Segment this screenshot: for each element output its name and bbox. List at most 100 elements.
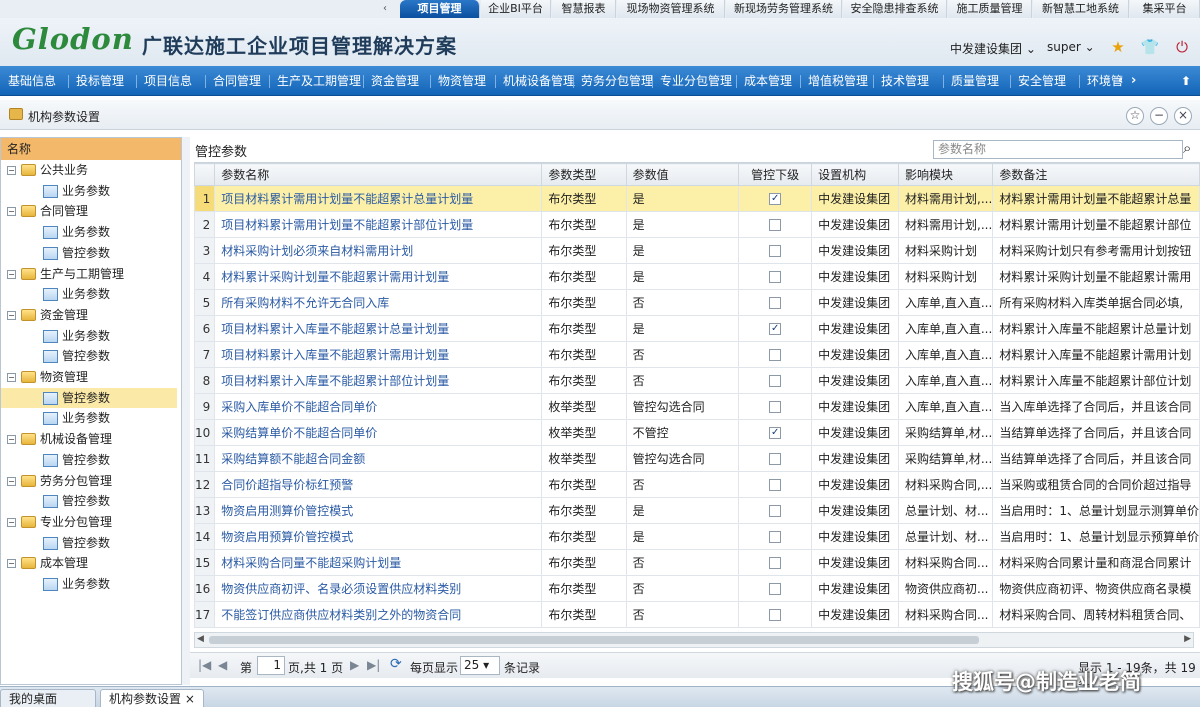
table-row[interactable]: 17 不能签订供应商供应材料类别之外的物资合同 布尔类型否 中发建设集团 材料采购合同.… bbox=[194, 601, 1200, 628]
collapse-icon[interactable]: − bbox=[7, 310, 16, 320]
collapse-icon[interactable]: − bbox=[7, 269, 16, 279]
table-row[interactable]: 10 采购结算单价不能超合同单价 枚举类型 不管控 ✓ 中发建设集团 采购结算单,材... 当… bbox=[194, 419, 1200, 446]
menu-item-3[interactable]: 项目信息 bbox=[144, 66, 192, 96]
organization-select[interactable]: 中发建设集团 ⌄ bbox=[950, 40, 1036, 57]
horizontal-scrollbar[interactable]: ◀ ▶ bbox=[194, 632, 1194, 648]
splitter[interactable] bbox=[182, 137, 190, 685]
column-header[interactable]: 参数备注 bbox=[992, 163, 1200, 186]
param-name-link[interactable]: 项目材料累计需用计划量不能超累计部位计划量 bbox=[214, 211, 543, 238]
menu-scroll-right-icon[interactable]: › bbox=[1131, 66, 1136, 96]
param-name-link[interactable]: 物资启用测算价管控模式 bbox=[214, 497, 543, 524]
tree-leaf[interactable]: 业务参数 bbox=[1, 181, 177, 201]
param-name-link[interactable]: 合同价超指导价标红预警 bbox=[214, 471, 543, 498]
system-tab-1[interactable]: 项目管理 bbox=[400, 0, 480, 18]
tree-folder[interactable]: − 资金管理 bbox=[1, 305, 177, 325]
collapse-icon[interactable]: − bbox=[7, 517, 16, 527]
param-name-link[interactable]: 材料累计采购计划量不能超累计需用计划量 bbox=[214, 263, 543, 290]
table-row[interactable]: 12 合同价超指导价标红预警 布尔类型否 中发建设集团 材料采购合同,... 当采购或租赁… bbox=[194, 471, 1200, 498]
tree-folder[interactable]: − 生产与工期管理 bbox=[1, 264, 177, 284]
tab-org-params[interactable]: 机构参数设置 × bbox=[100, 689, 204, 707]
menu-item-2[interactable]: 投标管理 bbox=[76, 66, 124, 96]
checkbox[interactable] bbox=[769, 583, 782, 595]
close-icon[interactable]: × bbox=[1174, 107, 1192, 125]
checkbox[interactable]: ✓ bbox=[769, 193, 782, 205]
user-select[interactable]: super ⌄ bbox=[1047, 40, 1095, 54]
tree-leaf[interactable]: 业务参数 bbox=[1, 222, 177, 242]
param-name-link[interactable]: 采购入库单价不能超合同单价 bbox=[214, 393, 543, 420]
page-size-select[interactable]: 25 ▾ bbox=[460, 656, 500, 675]
menu-item-13[interactable]: 技术管理 bbox=[881, 66, 929, 96]
table-row[interactable]: 1 项目材料累计需用计划量不能超累计总量计划量 布尔类型是 ✓ 中发建设集团 材料需用计划… bbox=[194, 185, 1200, 212]
system-tab-2[interactable]: 企业BI平台 bbox=[481, 0, 551, 18]
system-tab-3[interactable]: 智慧报表 bbox=[552, 0, 616, 18]
checkbox[interactable] bbox=[769, 531, 782, 543]
table-row[interactable]: 13 物资启用测算价管控模式 布尔类型是 中发建设集团 总量计划、材... 当启用时：1、… bbox=[194, 497, 1200, 524]
collapse-icon[interactable]: − bbox=[7, 373, 16, 382]
table-row[interactable]: 6 项目材料累计入库量不能超累计总量计划量 布尔类型是 ✓ 中发建设集团 入库单,直入直.… bbox=[194, 315, 1200, 342]
system-tab-5[interactable]: 新现场劳务管理系统 bbox=[726, 0, 842, 18]
next-page-icon[interactable]: ▶ bbox=[350, 658, 359, 672]
checkbox[interactable] bbox=[769, 349, 782, 361]
column-header[interactable]: 参数名称 bbox=[214, 163, 543, 186]
first-page-icon[interactable]: |◀ bbox=[198, 658, 211, 672]
table-row[interactable]: 4 材料累计采购计划量不能超累计需用计划量 布尔类型是 中发建设集团 材料采购计划 材料累… bbox=[194, 263, 1200, 290]
system-tab-9[interactable]: 集采平台 bbox=[1130, 0, 1200, 18]
param-name-link[interactable]: 项目材料累计需用计划量不能超累计总量计划量 bbox=[214, 185, 543, 212]
tree-folder[interactable]: − 公共业务 bbox=[1, 160, 177, 180]
page-number-input[interactable]: 1 bbox=[257, 656, 285, 675]
column-header[interactable]: 参数值 bbox=[625, 163, 740, 186]
tree-folder[interactable]: − 劳务分包管理 bbox=[1, 471, 177, 491]
menu-item-15[interactable]: 安全管理 bbox=[1018, 66, 1066, 96]
param-name-link[interactable]: 采购结算额不能超合同金额 bbox=[214, 445, 543, 472]
table-row[interactable]: 14 物资启用预算价管控模式 布尔类型是 中发建设集团 总量计划、材... 当启用时：1、… bbox=[194, 523, 1200, 550]
collapse-icon[interactable]: − bbox=[7, 166, 16, 175]
menu-item-8[interactable]: 机械设备管理 bbox=[503, 66, 575, 96]
tabs-scroll-left-icon[interactable]: ‹ bbox=[378, 0, 392, 18]
collapse-icon[interactable]: − bbox=[7, 476, 16, 486]
collapse-icon[interactable]: − bbox=[7, 435, 16, 445]
checkbox[interactable] bbox=[769, 271, 782, 283]
system-tab-8[interactable]: 新智慧工地系统 bbox=[1033, 0, 1129, 18]
param-name-link[interactable]: 物资供应商初评、名录必须设置供应材料类别 bbox=[214, 575, 543, 602]
search-input[interactable]: 参数名称 bbox=[933, 140, 1183, 159]
menu-item-11[interactable]: 成本管理 bbox=[744, 66, 792, 96]
param-name-link[interactable]: 所有采购材料不允许无合同入库 bbox=[214, 289, 543, 316]
refresh-icon[interactable]: ⟳ bbox=[390, 656, 402, 672]
menu-scroll-left-icon[interactable]: ‹ bbox=[1118, 66, 1123, 96]
menu-item-10[interactable]: 专业分包管理 bbox=[660, 66, 732, 96]
tree-leaf[interactable]: 管控参数 bbox=[1, 533, 177, 553]
tree-leaf[interactable]: 业务参数 bbox=[1, 326, 177, 346]
checkbox[interactable]: ✓ bbox=[769, 323, 782, 335]
checkbox[interactable]: ✓ bbox=[769, 427, 782, 439]
prev-page-icon[interactable]: ◀ bbox=[218, 658, 227, 672]
tree-leaf[interactable]: 业务参数 bbox=[1, 408, 177, 428]
tree-folder[interactable]: − 机械设备管理 bbox=[1, 429, 177, 449]
scroll-left-icon[interactable]: ◀ bbox=[197, 634, 204, 644]
tree-leaf[interactable]: 业务参数 bbox=[1, 574, 177, 594]
scroll-thumb[interactable] bbox=[209, 636, 979, 644]
table-row[interactable]: 16 物资供应商初评、名录必须设置供应材料类别 布尔类型否 中发建设集团 物资供应商初.… bbox=[194, 575, 1200, 602]
scroll-right-icon[interactable]: ▶ bbox=[1184, 634, 1191, 644]
table-row[interactable]: 11 采购结算额不能超合同金额 枚举类型 管控勾选合同 中发建设集团 采购结算单,材...… bbox=[194, 445, 1200, 472]
tree-folder[interactable]: − 物资管理 bbox=[1, 367, 177, 387]
param-name-link[interactable]: 材料采购计划必须来自材料需用计划 bbox=[214, 237, 543, 264]
collapse-icon[interactable]: − bbox=[7, 207, 16, 217]
last-page-icon[interactable]: ▶| bbox=[367, 658, 380, 672]
column-header[interactable]: 管控下级 bbox=[738, 163, 813, 186]
column-header[interactable]: 设置机构 bbox=[811, 163, 900, 186]
search-icon[interactable]: ⌕ bbox=[1183, 139, 1191, 157]
menu-item-5[interactable]: 生产及工期管理 bbox=[277, 66, 361, 96]
tree-leaf[interactable]: 管控参数 bbox=[1, 243, 177, 263]
tab-my-desktop[interactable]: 我的桌面 bbox=[0, 689, 96, 707]
tree-leaf[interactable]: 管控参数 bbox=[1, 491, 177, 511]
system-tab-4[interactable]: 现场物资管理系统 bbox=[617, 0, 725, 18]
collapse-icon[interactable]: − bbox=[7, 559, 16, 569]
tree-leaf[interactable]: 管控参数 bbox=[1, 346, 177, 366]
tree-leaf[interactable]: 管控参数 bbox=[1, 450, 177, 470]
param-name-link[interactable]: 项目材料累计入库量不能超累计需用计划量 bbox=[214, 341, 543, 368]
menu-item-9[interactable]: 劳务分包管理 bbox=[581, 66, 653, 96]
tree-leaf[interactable]: 业务参数 bbox=[1, 284, 177, 304]
param-name-link[interactable]: 不能签订供应商供应材料类别之外的物资合同 bbox=[214, 601, 543, 628]
param-name-link[interactable]: 项目材料累计入库量不能超累计总量计划量 bbox=[214, 315, 543, 342]
system-tab-7[interactable]: 施工质量管理 bbox=[948, 0, 1032, 18]
